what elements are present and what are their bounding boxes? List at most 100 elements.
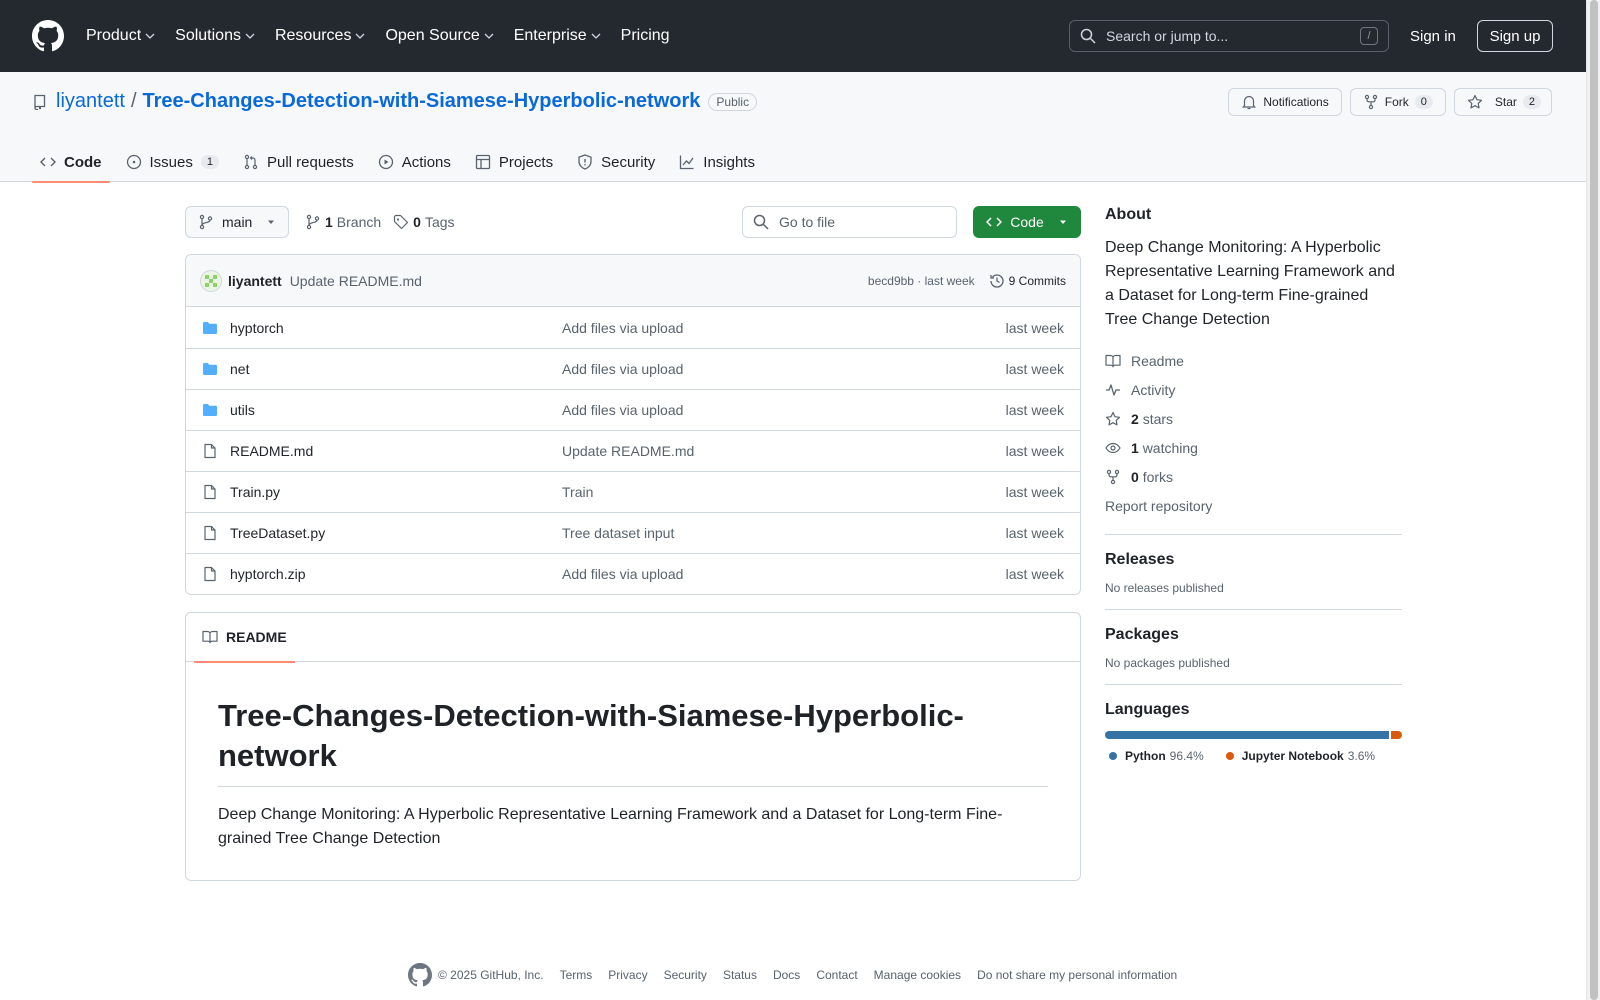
language-bar-segment [1391,731,1402,739]
file-commit-message-link[interactable]: Add files via upload [562,361,683,377]
file-commit-message-link[interactable]: Add files via upload [562,320,683,336]
divider [1105,609,1402,610]
tab-pull-requests[interactable]: Pull requests [235,142,362,182]
fork-count: 0 [1414,95,1433,109]
file-name-link[interactable]: README.md [230,443,562,459]
file-icon [202,566,220,582]
footer-link-terms[interactable]: Terms [560,968,593,982]
code-dropdown-button[interactable]: Code [973,206,1081,238]
repo-owner-link[interactable]: liyantett [56,90,125,113]
search-icon [1080,28,1096,44]
tab-issues[interactable]: Issues 1 [118,142,227,182]
table-row: net Add files via upload last week [186,348,1080,389]
footer-link-privacy[interactable]: Privacy [608,968,647,982]
avatar[interactable] [200,269,222,292]
file-icon [202,484,220,500]
repo-path-separator: / [130,90,137,112]
readme-title: Tree-Changes-Detection-with-Siamese-Hype… [218,696,1048,787]
tab-projects[interactable]: Projects [467,142,561,182]
tab-code[interactable]: Code [32,142,110,183]
history-icon [990,273,1004,288]
search-input[interactable]: Search or jump to... / [1069,20,1389,52]
footer-link-manage-cookies[interactable]: Manage cookies [874,968,961,982]
footer-link-status[interactable]: Status [723,968,757,982]
divider [1105,534,1402,535]
file-commit-message-link[interactable]: Update README.md [562,443,694,459]
nav-resources[interactable]: Resources [265,20,375,52]
scrollbar-thumb[interactable] [1590,0,1598,1000]
file-commit-message-link[interactable]: Tree dataset input [562,525,674,541]
forks-link[interactable]: 0 forks [1105,462,1402,491]
identicon-icon [205,274,217,287]
code-icon [40,157,56,167]
sign-up-button[interactable]: Sign up [1477,20,1553,52]
file-commit-message-link[interactable]: Add files via upload [562,402,683,418]
repo-name-link[interactable]: Tree-Changes-Detection-with-Siamese-Hype… [143,90,701,113]
file-name-link[interactable]: TreeDataset.py [230,525,562,541]
nav-product[interactable]: Product [80,20,165,52]
watching-link[interactable]: 1 watching [1105,433,1402,462]
footer-copyright: © 2025 GitHub, Inc. [408,963,544,987]
file-name-link[interactable]: Train.py [230,484,562,500]
language-list: Python 96.4% Jupyter Notebook 3.6% [1105,749,1402,763]
language-item[interactable]: Jupyter Notebook 3.6% [1225,749,1375,763]
sign-in-link[interactable]: Sign in [1410,20,1456,52]
packages-text: No packages published [1105,656,1230,670]
nav-enterprise[interactable]: Enterprise [504,20,611,52]
file-icon [202,525,220,541]
readme-description: Deep Change Monitoring: A Hyperbolic Rep… [218,806,1003,847]
releases-heading[interactable]: Releases [1105,551,1402,569]
file-commit-date: last week [1005,484,1064,500]
play-icon [378,154,393,170]
commit-hash-link[interactable]: becd9bb · last week [868,274,975,288]
tags-link[interactable]: 0 Tags [393,214,455,230]
commit-message-link[interactable]: Update README.md [290,273,422,289]
file-rows: hyptorch Add files via upload last week net… [186,307,1080,594]
tag-icon [394,214,409,230]
packages-heading[interactable]: Packages [1105,626,1402,644]
tab-insights[interactable]: Insights [671,142,763,182]
tab-security[interactable]: Security [569,142,663,182]
go-to-file-input[interactable]: Go to file [742,206,957,238]
file-commit-date: last week [1005,566,1064,582]
activity-link[interactable]: Activity [1105,375,1402,404]
file-commit-date: last week [1005,525,1064,541]
latest-commit-bar: liyantett Update README.md becd9bb · las… [186,255,1080,307]
language-item[interactable]: Python 96.4% [1109,749,1204,763]
commits-history-link[interactable]: 9 Commits [989,273,1066,289]
stars-link[interactable]: 2 stars [1105,404,1402,433]
about-heading: About [1105,206,1152,223]
footer-link-security[interactable]: Security [664,968,707,982]
footer-link-contact[interactable]: Contact [816,968,857,982]
tab-actions[interactable]: Actions [370,142,459,182]
book-icon [1105,354,1121,367]
nav-pricing[interactable]: Pricing [611,20,680,52]
fork-button[interactable]: Fork 0 [1349,88,1446,116]
nav-open-source[interactable]: Open Source [375,20,503,52]
commit-author-link[interactable]: liyantett [228,273,282,289]
divider [1105,684,1402,685]
page-scrollbar[interactable] [1586,0,1600,1000]
file-name-link[interactable]: hyptorch.zip [230,566,562,582]
branch-select-button[interactable]: main [185,206,289,238]
branches-link[interactable]: 1 Branch [305,214,381,230]
repo-actions: Notifications Fork 0 Star 2 [1228,88,1552,116]
footer-link-docs[interactable]: Docs [773,968,800,982]
readme-link[interactable]: Readme [1105,346,1402,375]
report-repository-link[interactable]: Report repository [1105,491,1402,520]
top-nav: Product Solutions Resources Open Source … [80,20,680,52]
pull-request-icon [244,154,258,170]
file-commit-date: last week [1005,319,1064,336]
repo-icon [34,94,46,110]
nav-solutions[interactable]: Solutions [165,20,265,52]
footer-link-do-not-share[interactable]: Do not share my personal information [977,968,1177,982]
readme-tab[interactable]: README [194,613,295,663]
file-name-link[interactable]: hyptorch [230,320,562,336]
file-name-link[interactable]: utils [230,402,562,418]
github-logo-icon[interactable] [32,20,64,52]
file-commit-message-link[interactable]: Add files via upload [562,566,683,582]
notifications-button[interactable]: Notifications [1228,88,1342,116]
file-name-link[interactable]: net [230,361,562,377]
star-button[interactable]: Star 2 [1453,88,1552,116]
file-commit-message-link[interactable]: Train [562,484,593,500]
